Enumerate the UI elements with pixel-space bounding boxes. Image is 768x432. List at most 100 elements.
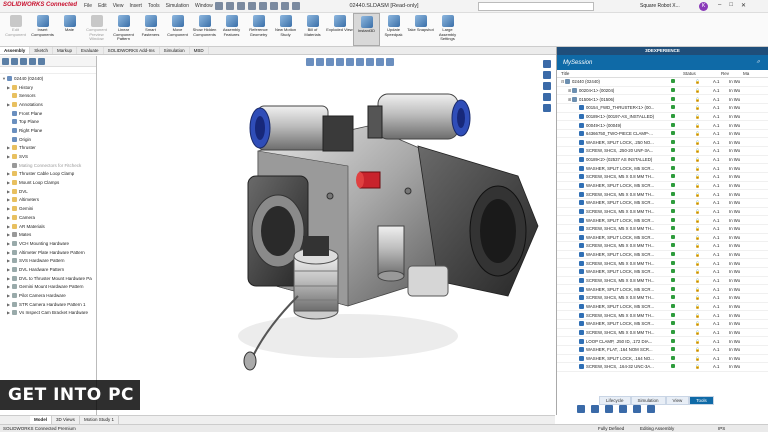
menu-view[interactable]: View bbox=[113, 3, 124, 9]
assembly-model[interactable] bbox=[98, 56, 555, 415]
tab-simulation[interactable]: Simulation bbox=[160, 47, 190, 54]
table-row[interactable]: WASHER, SPLIT LOCK, .164 NO... 🔓 A.1 In Wo bbox=[557, 355, 768, 364]
tree-item[interactable]: ▶ Mates bbox=[2, 230, 96, 239]
lock-icon[interactable]: 🔓 bbox=[695, 131, 713, 136]
table-row[interactable]: WASHER, SPLIT LOCK, M5 SCR... 🔓 A.1 In Wo bbox=[557, 164, 768, 174]
display-manager-tab-icon[interactable] bbox=[38, 58, 45, 65]
file-explorer-icon[interactable] bbox=[543, 82, 551, 90]
tab-mbd[interactable]: MBD bbox=[190, 47, 209, 54]
table-row[interactable]: ⊟ 02440 (02440) 🔓 A.1 In Wo bbox=[557, 78, 768, 87]
component-preview-window-button[interactable]: Component Preview Window bbox=[83, 13, 110, 46]
table-row[interactable]: SCREW, SHCS, .250-20 UNF-3A... 🔓 A.1 In Wo bbox=[557, 147, 768, 156]
panel-tab-tools[interactable]: Tools bbox=[689, 396, 714, 405]
menu-simulation[interactable]: Simulation bbox=[166, 3, 189, 9]
table-row[interactable]: SCREW, SHCS, M5 X 0.8 MM TH... 🔓 A.1 In Wo bbox=[557, 225, 768, 234]
section-view-icon[interactable] bbox=[336, 58, 344, 66]
tree-item[interactable]: ▶ SVS bbox=[2, 152, 96, 161]
tree-item[interactable]: ▶ History bbox=[2, 83, 96, 92]
session-name[interactable]: MySession bbox=[563, 60, 592, 66]
exploded-view-button[interactable]: Exploded View bbox=[326, 13, 353, 46]
tree-item[interactable]: Front Plane bbox=[2, 109, 96, 118]
table-row[interactable]: WASHER, SPLIT LOCK, M5 SCR... 🔓 A.1 In Wo bbox=[557, 216, 768, 225]
lock-icon[interactable]: 🔓 bbox=[695, 79, 713, 84]
panel-tab-view[interactable]: View bbox=[665, 396, 690, 405]
table-row[interactable]: SCREW, SHCS, M5 X 0.8 MM TH... 🔓 A.1 In Wo bbox=[557, 294, 768, 303]
table-row[interactable]: SCREW, SHCS, M5 X 0.8 MM TH... 🔓 A.1 In Wo bbox=[557, 311, 768, 320]
minimize-button[interactable]: – bbox=[718, 2, 721, 9]
lock-icon[interactable]: 🔓 bbox=[695, 148, 713, 153]
tab-sketch[interactable]: Sketch bbox=[30, 47, 54, 54]
menu-insert[interactable]: Insert bbox=[129, 3, 142, 9]
model-tab-motion-study-1[interactable]: Motion Study 1 bbox=[80, 416, 119, 424]
instant3d-button[interactable]: Instant3D bbox=[353, 13, 380, 46]
appearance-icon[interactable] bbox=[376, 58, 384, 66]
lock-icon[interactable]: 🔓 bbox=[695, 278, 713, 283]
display-style-icon[interactable] bbox=[356, 58, 364, 66]
lock-icon[interactable]: 🔓 bbox=[695, 140, 713, 145]
dimxpert-tab-icon[interactable] bbox=[29, 58, 36, 65]
table-row[interactable]: SCREW, SHCS, .164-32 UNC-3A... 🔓 A.1 In Wo bbox=[557, 363, 768, 372]
select-icon[interactable] bbox=[270, 2, 278, 10]
table-row[interactable]: SCREW, SHCS, M5 X 0.8 MM TH... 🔓 A.1 In Wo bbox=[557, 208, 768, 217]
column-maturity[interactable]: Ma bbox=[743, 71, 763, 76]
info-icon[interactable] bbox=[647, 405, 655, 413]
tree-item[interactable]: ▶ STR Camera Hardware Pattern 1 bbox=[2, 300, 96, 309]
tree-item[interactable]: ▶ AR Materials bbox=[2, 222, 96, 231]
search-input[interactable] bbox=[478, 2, 594, 11]
appearances-icon[interactable] bbox=[543, 104, 551, 112]
lock-icon[interactable]: 🔓 bbox=[695, 243, 713, 248]
table-row[interactable]: WASHER, FLAT, .164 NOM SCR... 🔓 A.1 In Wo bbox=[557, 346, 768, 355]
table-row[interactable]: WASHER, SPLIT LOCK, M5 SCR... 🔓 A.1 In Wo bbox=[557, 251, 768, 260]
lock-icon[interactable]: 🔓 bbox=[695, 287, 713, 292]
tree-root[interactable]: ▼ 02440 (02440) bbox=[2, 74, 96, 83]
lock-icon[interactable]: 🔓 bbox=[695, 295, 713, 300]
lock-icon[interactable]: 🔓 bbox=[695, 218, 713, 223]
tree-item[interactable]: ▶ DVL to Thruster Mount Hardware Pa bbox=[2, 274, 96, 283]
table-row[interactable]: SCREW, SHCS, M5 X 0.8 MM TH... 🔓 A.1 In Wo bbox=[557, 242, 768, 251]
menu-file[interactable]: File bbox=[84, 3, 92, 9]
lock-icon[interactable]: 🔓 bbox=[695, 252, 713, 257]
move-component-button[interactable]: Move Component bbox=[164, 13, 191, 46]
zoom-area-icon[interactable] bbox=[316, 58, 324, 66]
close-button[interactable]: ✕ bbox=[741, 2, 746, 9]
3dexperience-tab-icon[interactable] bbox=[543, 60, 551, 68]
tree-item[interactable]: ▶ DVL Hardware Pattern bbox=[2, 265, 96, 274]
table-row[interactable]: WASHER, SPLIT LOCK, M5 SCR... 🔓 A.1 In Wo bbox=[557, 268, 768, 277]
tree-item[interactable]: Right Plane bbox=[2, 126, 96, 135]
table-row[interactable]: WASHER, SPLIT LOCK, M5 SCR... 🔓 A.1 In Wo bbox=[557, 320, 768, 329]
lock-icon[interactable]: 🔓 bbox=[695, 114, 713, 119]
save-icon[interactable] bbox=[237, 2, 245, 10]
lock-icon[interactable]: 🔓 bbox=[695, 166, 713, 171]
new-motion-study-button[interactable]: New Motion Study bbox=[272, 13, 299, 46]
table-row[interactable]: WASHER, SPLIT LOCK, .250 NO... 🔓 A.1 In Wo bbox=[557, 138, 768, 148]
lifecycle-icon[interactable] bbox=[605, 405, 613, 413]
reference-geometry-button[interactable]: Reference Geometry bbox=[245, 13, 272, 46]
lock-icon[interactable]: 🔓 bbox=[695, 200, 713, 205]
tree-item[interactable]: ▶ DVL bbox=[2, 187, 96, 196]
table-row[interactable]: 00189<1> (00197-AS_INSTALLED) 🔓 A.1 In Wo bbox=[557, 113, 768, 122]
tree-item[interactable]: Mating Connectors for Fitcheck bbox=[2, 161, 96, 170]
view-orientation-icon[interactable] bbox=[346, 58, 354, 66]
lock-icon[interactable]: 🔓 bbox=[695, 356, 713, 361]
menu-tools[interactable]: Tools bbox=[148, 3, 160, 9]
bill-of-materials-button[interactable]: Bill of Materials bbox=[299, 13, 326, 46]
lock-icon[interactable]: 🔓 bbox=[695, 174, 713, 179]
linear-component-pattern-button[interactable]: Linear Component Pattern bbox=[110, 13, 137, 46]
tree-item[interactable]: ▶ Gemini bbox=[2, 204, 96, 213]
show-hidden-components-button[interactable]: Show Hidden Components bbox=[191, 13, 218, 46]
lock-icon[interactable]: 🔓 bbox=[695, 209, 713, 214]
lock-icon[interactable]: 🔓 bbox=[695, 123, 713, 128]
insert-components-button[interactable]: Insert Components bbox=[29, 13, 56, 46]
lock-icon[interactable]: 🔓 bbox=[695, 157, 713, 162]
tree-item[interactable]: ▶ Pilot Camera Hardware bbox=[2, 291, 96, 300]
table-row[interactable]: LOOP CLAMP, .250 ID, .172 DIA... 🔓 A.1 In W… bbox=[557, 337, 768, 346]
settings-icon[interactable] bbox=[633, 405, 641, 413]
maximize-button[interactable]: □ bbox=[729, 2, 733, 9]
search-icon[interactable]: ⌕ bbox=[757, 59, 760, 66]
feature-tree-tab-icon[interactable] bbox=[2, 58, 9, 65]
lock-icon[interactable]: 🔓 bbox=[695, 339, 713, 344]
lock-icon[interactable]: 🔓 bbox=[695, 261, 713, 266]
table-row[interactable]: 00049<1> (00049) 🔓 A.1 In Wo bbox=[557, 121, 768, 130]
property-manager-tab-icon[interactable] bbox=[11, 58, 18, 65]
table-row[interactable]: SCREW, SHCS, M5 X 0.8 MM TH... 🔓 A.1 In Wo bbox=[557, 329, 768, 338]
